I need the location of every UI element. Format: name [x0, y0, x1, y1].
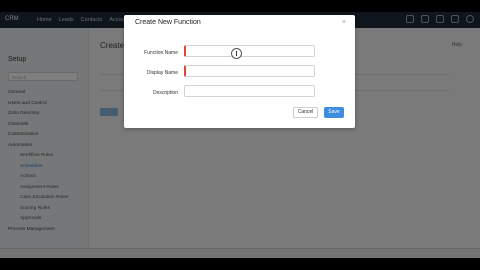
description-field[interactable]	[184, 85, 315, 97]
app-window: CRM Home Leads Contacts Accounts Setup S…	[0, 12, 480, 258]
dialog-title: Create New Function	[135, 19, 201, 26]
function-name-field[interactable]	[184, 45, 315, 57]
display-name-label: Display Name	[146, 70, 178, 76]
display-name-field[interactable]	[184, 65, 315, 77]
cancel-button[interactable]: Cancel	[293, 107, 318, 118]
text-cursor-icon	[231, 48, 242, 59]
close-icon[interactable]: ×	[342, 19, 346, 26]
create-function-dialog: Create New Function × Function Name Disp…	[124, 15, 355, 128]
save-button[interactable]: Save	[324, 107, 344, 118]
function-name-label: Function Name	[144, 50, 178, 56]
description-label: Description	[152, 90, 178, 96]
